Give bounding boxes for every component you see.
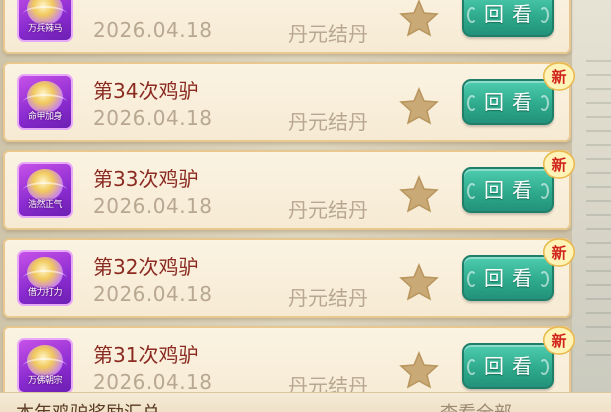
record-card: 浩然正气 第33次鸡驴 2026.04.18 丹元结丹 回看 新	[3, 150, 575, 230]
record-list: 万兵辣马 2026.04.18 丹元结丹 回看 命甲加身 第34次鸡驴 2026…	[0, 0, 611, 412]
favorite-star-icon[interactable]	[399, 0, 439, 37]
record-title: 第31次鸡驴	[93, 343, 199, 367]
summary-bar: 本年鸡驴奖励汇总 查看全部	[0, 392, 611, 412]
summary-title: 本年鸡驴奖励汇总	[16, 399, 160, 412]
record-date: 2026.04.18	[93, 282, 213, 306]
skill-badge-icon: 浩然正气	[17, 162, 73, 218]
new-tag: 新	[542, 238, 576, 268]
skill-badge-icon: 万佛朝宗	[17, 338, 73, 394]
record-category: 丹元结丹	[288, 198, 368, 222]
swirl-icon	[23, 182, 67, 198]
record-category: 丹元结丹	[288, 110, 368, 134]
view-all-link[interactable]: 查看全部	[440, 399, 512, 412]
record-card: 万兵辣马 2026.04.18 丹元结丹 回看	[3, 0, 571, 54]
new-tag-label: 新	[551, 156, 567, 174]
skill-badge-icon: 万兵辣马	[17, 0, 73, 42]
favorite-star-icon[interactable]	[399, 87, 439, 125]
record-title: 第32次鸡驴	[93, 255, 199, 279]
record-category: 丹元结丹	[288, 286, 368, 310]
badge-label: 万佛朝宗	[27, 376, 63, 386]
swirl-icon	[23, 358, 67, 374]
favorite-star-icon[interactable]	[399, 175, 439, 213]
record-date: 2026.04.18	[93, 18, 213, 42]
record-card: 命甲加身 第34次鸡驴 2026.04.18 丹元结丹 回看 新	[3, 62, 575, 142]
replay-button[interactable]: 回看	[462, 343, 554, 389]
replay-button[interactable]: 回看	[462, 79, 554, 125]
record-date: 2026.04.18	[93, 370, 213, 394]
favorite-star-icon[interactable]	[399, 351, 439, 389]
replay-button[interactable]: 回看	[462, 167, 554, 213]
record-title: 第34次鸡驴	[93, 79, 199, 103]
swirl-icon	[23, 270, 67, 286]
swirl-icon	[23, 6, 67, 22]
favorite-star-icon[interactable]	[399, 263, 439, 301]
new-tag-label: 新	[551, 68, 567, 86]
replay-button[interactable]: 回看	[462, 255, 554, 301]
new-tag: 新	[542, 62, 576, 92]
new-tag-label: 新	[551, 244, 567, 262]
new-tag-label: 新	[551, 332, 567, 350]
badge-label: 借力打力	[27, 288, 63, 298]
badge-label: 万兵辣马	[27, 24, 63, 34]
badge-label: 命甲加身	[27, 112, 63, 122]
badge-label: 浩然正气	[27, 200, 63, 210]
swirl-icon	[23, 94, 67, 110]
new-tag: 新	[542, 150, 576, 180]
record-date: 2026.04.18	[93, 194, 213, 218]
skill-badge-icon: 借力打力	[17, 250, 73, 306]
record-date: 2026.04.18	[93, 106, 213, 130]
record-card: 借力打力 第32次鸡驴 2026.04.18 丹元结丹 回看 新	[3, 238, 575, 318]
replay-button[interactable]: 回看	[462, 0, 554, 37]
record-title: 第33次鸡驴	[93, 167, 199, 191]
new-tag: 新	[542, 326, 576, 356]
record-category: 丹元结丹	[288, 22, 368, 46]
skill-badge-icon: 命甲加身	[17, 74, 73, 130]
